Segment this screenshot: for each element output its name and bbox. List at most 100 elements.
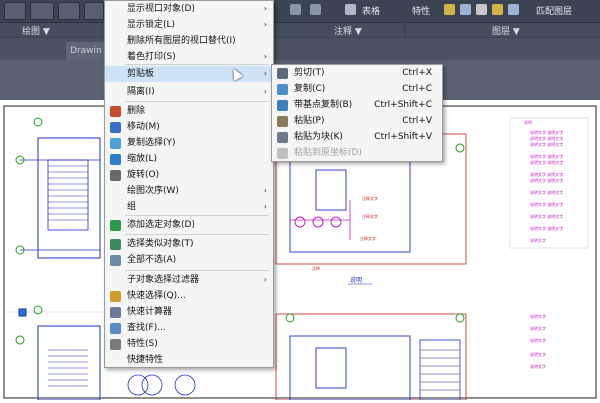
svg-text:说明文字 说明文字: 说明文字 说明文字 bbox=[530, 177, 563, 183]
submenu-item-label: 粘贴(P) bbox=[294, 116, 325, 126]
menu-item-clipboard[interactable]: 剪贴板 › bbox=[105, 66, 273, 82]
submenu-arrow-icon: › bbox=[263, 20, 267, 29]
svg-text:说明文字: 说明文字 bbox=[530, 363, 546, 369]
menu-item-display-locked[interactable]: 显示锁定(L) › bbox=[105, 17, 273, 33]
svg-text:说明文字 说明文字: 说明文字 说明文字 bbox=[530, 153, 563, 159]
submenu-item-copy-base[interactable]: 带基点复制(B) Ctrl+Shift+C bbox=[272, 97, 442, 113]
menu-item-find[interactable]: 查找(F)... bbox=[105, 320, 273, 336]
svg-text:说明文字: 说明文字 bbox=[530, 313, 546, 319]
svg-text:注释文字: 注释文字 bbox=[362, 195, 378, 201]
paste-icon bbox=[277, 116, 288, 127]
panel-draw-title: 绘图 ▼ bbox=[22, 27, 50, 37]
menu-item-select-similar[interactable]: 选择类似对象(T) bbox=[105, 236, 273, 252]
layer-walk-icon[interactable] bbox=[460, 4, 471, 15]
ribbon-draw-button[interactable] bbox=[4, 2, 26, 20]
svg-text:注释文字: 注释文字 bbox=[362, 213, 378, 219]
ribbon-extra-button[interactable] bbox=[84, 2, 104, 20]
submenu-item-paste-original: 粘贴到原坐标(D) bbox=[272, 145, 442, 161]
submenu-arrow-icon: › bbox=[263, 52, 267, 61]
ribbon-layer-button[interactable] bbox=[58, 2, 80, 20]
submenu-item-label: 粘贴到原坐标(D) bbox=[294, 148, 362, 158]
submenu-item-label: 复制(C) bbox=[294, 84, 326, 94]
rotate-icon bbox=[110, 170, 121, 181]
submenu-item-paste[interactable]: 粘贴(P) Ctrl+V bbox=[272, 113, 442, 129]
menu-separator bbox=[125, 215, 269, 216]
menu-item-shaded-plot[interactable]: 着色打印(S) › bbox=[105, 49, 273, 65]
svg-text:说明文字 说明文字: 说明文字 说明文字 bbox=[530, 213, 563, 219]
svg-text:说明文字 说明文字: 说明文字 说明文字 bbox=[530, 129, 563, 135]
find-icon bbox=[110, 323, 121, 334]
menu-item-deselect-all[interactable]: 全部不选(A) bbox=[105, 252, 273, 268]
menu-separator bbox=[125, 234, 269, 235]
copy-select-icon bbox=[110, 138, 121, 149]
add-selected-icon bbox=[110, 220, 121, 231]
menu-item-label: 显示视口对象(D) bbox=[127, 4, 195, 14]
file-tab-bar: Drawin bbox=[0, 38, 600, 60]
menu-item-group[interactable]: 组 › bbox=[105, 199, 273, 215]
ribbon-modify-button[interactable] bbox=[30, 2, 54, 20]
submenu-arrow-icon: › bbox=[263, 87, 267, 96]
menu-item-label: 查找(F)... bbox=[127, 323, 166, 333]
submenu-item-label: 粘贴为块(K) bbox=[294, 132, 343, 142]
submenu-arrow-icon: › bbox=[263, 186, 267, 195]
menu-item-add-selected[interactable]: 添加选定对象(D) bbox=[105, 217, 273, 233]
svg-text:说明文字 说明文字: 说明文字 说明文字 bbox=[530, 189, 563, 195]
layer-iso-icon[interactable] bbox=[508, 4, 519, 15]
copy-base-icon bbox=[277, 100, 288, 111]
ribbon-icon-a[interactable] bbox=[290, 4, 301, 15]
menu-item-quick-properties[interactable]: 快捷特性 bbox=[105, 352, 273, 368]
svg-text:说明文字: 说明文字 bbox=[530, 325, 546, 331]
menu-item-draw-order[interactable]: 绘图次序(W) › bbox=[105, 183, 273, 199]
submenu-arrow-icon: › bbox=[263, 4, 267, 13]
menu-item-label: 快速计算器 bbox=[127, 307, 173, 317]
table-icon[interactable] bbox=[345, 4, 356, 15]
paste-orig-icon bbox=[277, 148, 288, 159]
menu-item-subobject-filter[interactable]: 子对象选择过滤器 › bbox=[105, 272, 273, 288]
menu-item-label: 显示锁定(L) bbox=[127, 20, 176, 30]
svg-text:说明文字: 说明文字 bbox=[530, 337, 546, 343]
menu-item-move[interactable]: 移动(M) bbox=[105, 119, 273, 135]
panel-annotation[interactable]: 注释 ▼ bbox=[274, 22, 404, 37]
context-menu: 显示视口对象(D) › 显示锁定(L) › 删除所有图层的视口替代(I) 着色打印(S) ›… bbox=[104, 0, 274, 368]
menu-item-erase[interactable]: 删除 bbox=[105, 103, 273, 119]
submenu-arrow-icon: › bbox=[263, 202, 267, 211]
submenu-item-cut[interactable]: 剪切(T) Ctrl+X bbox=[272, 65, 442, 81]
panel-draw[interactable]: 绘图 ▼ bbox=[0, 22, 110, 37]
menu-item-quickcalc[interactable]: 快速计算器 bbox=[105, 304, 273, 320]
table-label[interactable]: 表格 bbox=[362, 4, 380, 17]
properties-label[interactable]: 特性 bbox=[412, 4, 430, 17]
menu-item-label: 快速选择(Q)... bbox=[127, 291, 186, 301]
menu-item-copy-selection[interactable]: 复制选择(Y) bbox=[105, 135, 273, 151]
menu-item-remove-overrides[interactable]: 删除所有图层的视口替代(I) bbox=[105, 33, 273, 49]
menu-item-label: 隔离(I) bbox=[127, 87, 155, 97]
calculator-icon bbox=[110, 307, 121, 318]
layer-freeze-icon[interactable] bbox=[476, 4, 487, 15]
layer-state-icon[interactable] bbox=[444, 4, 455, 15]
menu-item-viewport-objects[interactable]: 显示视口对象(D) › bbox=[105, 1, 273, 17]
eraser-icon bbox=[110, 106, 121, 117]
menu-item-properties[interactable]: 特性(S) bbox=[105, 336, 273, 352]
menu-item-scale[interactable]: 缩放(L) bbox=[105, 151, 273, 167]
svg-text:说明文字: 说明文字 bbox=[530, 237, 546, 243]
ribbon-icon-b[interactable] bbox=[310, 4, 321, 15]
shortcut-label: Ctrl+X bbox=[402, 68, 432, 78]
layer-lock-icon[interactable] bbox=[492, 4, 503, 15]
svg-text:说明文字 说明文字: 说明文字 说明文字 bbox=[530, 141, 563, 147]
properties-icon bbox=[110, 339, 121, 350]
submenu-item-copy[interactable]: 复制(C) Ctrl+C bbox=[272, 81, 442, 97]
panel-layers[interactable]: 图层 ▼ bbox=[406, 22, 600, 37]
menu-item-label: 全部不选(A) bbox=[127, 255, 177, 265]
copy-icon bbox=[277, 84, 288, 95]
menu-item-isolate[interactable]: 隔离(I) › bbox=[105, 84, 273, 100]
panel-layers-title: 图层 ▼ bbox=[492, 27, 520, 37]
svg-text:说明文字 说明文字: 说明文字 说明文字 bbox=[530, 135, 563, 141]
submenu-item-paste-block[interactable]: 粘贴为块(K) Ctrl+Shift+V bbox=[272, 129, 442, 145]
menu-separator bbox=[125, 64, 269, 65]
menu-item-rotate[interactable]: 旋转(O) bbox=[105, 167, 273, 183]
menu-item-quick-select[interactable]: 快速选择(Q)... bbox=[105, 288, 273, 304]
submenu-arrow-icon: › bbox=[263, 275, 267, 284]
match-layer-label[interactable]: 匹配图层 bbox=[536, 4, 572, 17]
submenu-arrow-icon: › bbox=[263, 69, 267, 78]
ribbon: 表格 特性 匹配图层 绘图 ▼ 注释 ▼ 图层 ▼ bbox=[0, 0, 600, 38]
cut-icon bbox=[277, 68, 288, 79]
